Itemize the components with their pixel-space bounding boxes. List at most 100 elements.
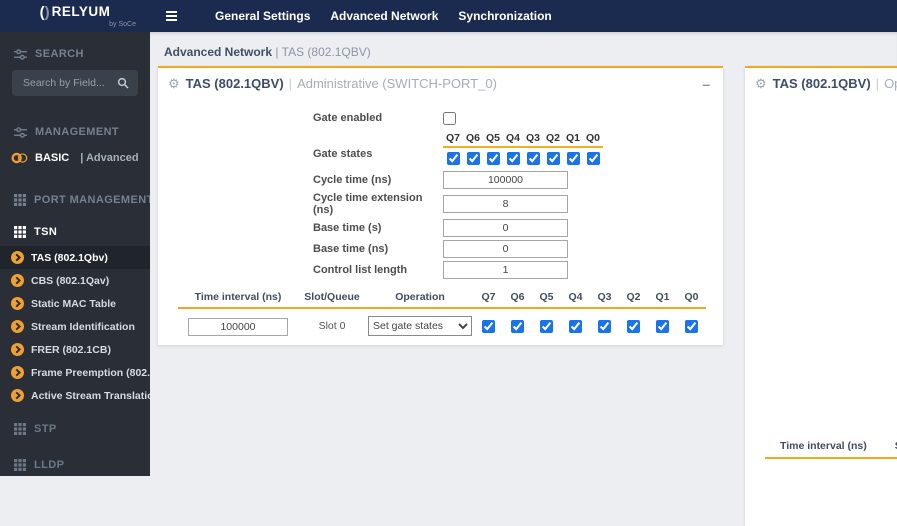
queue-checkbox[interactable] xyxy=(526,152,540,165)
table-row: Slot 0 Set gate states xyxy=(178,316,706,336)
queue-checkbox[interactable] xyxy=(506,152,520,165)
panel-title: TAS (802.1QBV) xyxy=(772,76,871,91)
panel-subtitle: Administrative (SWITCH-PORT_0) xyxy=(297,76,497,91)
sidebar-stp-label: STP xyxy=(34,423,57,435)
gate-enabled-checkbox[interactable] xyxy=(443,111,456,125)
sidebar-item-static-mac-table[interactable]: Static MAC Table xyxy=(0,292,150,315)
cycle-time-extension-label: Cycle time extension (ns) xyxy=(313,192,423,216)
sidebar-item-stp[interactable]: STP xyxy=(0,415,150,443)
chevron-circle-icon xyxy=(11,251,24,264)
gear-icon: ⚙ xyxy=(755,76,767,91)
topnav-advanced-network[interactable]: Advanced Network xyxy=(330,9,438,23)
col-slot-queue: Slot/Queue xyxy=(304,291,360,303)
basic-label: BASIC xyxy=(35,152,70,164)
panel-subtitle: Operative (SWITCH-PORT_0) xyxy=(884,76,897,91)
queue-checkbox[interactable] xyxy=(511,319,524,333)
sidebar-tas-label: TAS (802.1Qbv) xyxy=(31,251,108,264)
gear-icon: ⚙ xyxy=(168,76,180,91)
tas-admin-form: Gate enabled Gate states Q7 Q6 Q5 Q4 Q3 Q2 Q1 Q… xyxy=(158,108,723,279)
topnav-general-settings[interactable]: General Settings xyxy=(215,9,310,23)
gate-states-group: Q7 Q6 Q5 Q4 Q3 Q2 Q1 Q0 xyxy=(443,132,603,165)
control-list-length-input[interactable] xyxy=(443,261,568,279)
base-time-s-input[interactable] xyxy=(443,219,568,237)
queue-checkbox[interactable] xyxy=(566,152,580,165)
queue-label: Q5 xyxy=(485,132,500,144)
chevron-circle-icon xyxy=(11,366,24,379)
chevron-circle-icon xyxy=(11,297,24,310)
breadcrumb: Advanced Network | TAS (802.1QBV) xyxy=(150,32,897,59)
queue-checkbox[interactable] xyxy=(546,152,560,165)
sidebar-item-lldp[interactable]: LLDP xyxy=(0,451,150,479)
slot-value: Slot 0 xyxy=(318,320,346,332)
queue-label: Q0 xyxy=(585,132,600,144)
search-input[interactable] xyxy=(21,76,117,90)
operation-select[interactable]: Set gate states xyxy=(368,316,472,336)
menu-hamburger-icon[interactable] xyxy=(162,7,181,25)
breadcrumb-page: TAS (802.1QBV) xyxy=(281,45,371,59)
cycle-time-input[interactable] xyxy=(443,171,568,189)
queue-checkbox[interactable] xyxy=(486,152,500,165)
chevron-circle-icon xyxy=(11,274,24,287)
sidebar-item-active-stream-translation[interactable]: Active Stream Translation xyxy=(0,384,160,407)
queue-checkbox[interactable] xyxy=(540,319,553,333)
panel-title-separator: | xyxy=(288,76,293,91)
sidebar-section-management: MANAGEMENT xyxy=(0,118,150,146)
brand-subtitle: by SoCe xyxy=(109,20,136,28)
queue-checkbox[interactable] xyxy=(627,319,640,333)
queue-checkbox[interactable] xyxy=(466,152,480,165)
gate-enabled-label: Gate enabled xyxy=(313,112,383,124)
sidebar-item-tas[interactable]: TAS (802.1Qbv) xyxy=(0,246,150,269)
basic-divider: | xyxy=(80,152,84,164)
col-time-interval: Time interval (ns) xyxy=(780,440,867,452)
sliders-icon xyxy=(14,48,27,60)
gate-states-checkboxes xyxy=(443,152,603,165)
queue-checkbox[interactable] xyxy=(586,152,600,165)
sidebar-port-management-label: PORT MANAGEMENT xyxy=(34,194,154,206)
queue-label: Q2 xyxy=(626,291,641,303)
col-time-interval: Time interval (ns) xyxy=(194,291,282,303)
sidebar-item-frame-preemption[interactable]: Frame Preemption (802.1Qbu) xyxy=(0,361,180,384)
grid-icon xyxy=(14,459,26,471)
sidebar-lldp-label: LLDP xyxy=(34,459,65,471)
logo-paren-right: ) xyxy=(44,3,50,21)
queue-label: Q1 xyxy=(565,132,580,144)
sliders-icon xyxy=(14,126,27,138)
breadcrumb-separator: | xyxy=(275,45,279,59)
base-time-ns-label: Base time (ns) xyxy=(313,243,389,255)
queue-checkbox[interactable] xyxy=(598,319,611,333)
sidebar-ast-label: Active Stream Translation xyxy=(31,389,160,402)
queue-label: Q4 xyxy=(568,291,583,303)
panel-header: ⚙ TAS (802.1QBV) | Operative (SWITCH-POR… xyxy=(745,68,897,100)
queue-checkbox[interactable] xyxy=(656,319,669,333)
sidebar-item-stream-identification[interactable]: Stream Identification xyxy=(0,315,150,338)
sidebar-item-basic-advanced[interactable]: BASIC | Advanced xyxy=(0,146,150,170)
queue-label: Q2 xyxy=(545,132,560,144)
relyum-logo: () RELYUM by SoCe xyxy=(0,5,150,28)
queue-checkbox[interactable] xyxy=(446,152,460,165)
queue-checkbox[interactable] xyxy=(482,319,495,333)
queue-checkbox[interactable] xyxy=(685,319,698,333)
sidebar-tsn-label: TSN xyxy=(34,226,58,238)
cycle-time-extension-input[interactable] xyxy=(443,195,568,213)
sidebar-item-cbs[interactable]: CBS (802.1Qav) xyxy=(0,269,150,292)
gate-states-label: Gate states xyxy=(313,148,373,160)
sidebar-section-port-management: PORT MANAGEMENT xyxy=(0,186,153,214)
brand-name: RELYUM xyxy=(51,4,111,20)
time-interval-input[interactable] xyxy=(188,317,288,336)
base-time-ns-input[interactable] xyxy=(443,240,568,258)
sidebar-item-tsn[interactable]: TSN xyxy=(0,218,150,246)
queue-label: Q4 xyxy=(505,132,520,144)
sidebar-static-mac-label: Static MAC Table xyxy=(31,297,116,310)
search-icon[interactable] xyxy=(117,77,129,89)
queue-checkbox[interactable] xyxy=(569,319,582,333)
breadcrumb-section: Advanced Network xyxy=(164,45,273,59)
panel-title: TAS (802.1QBV) xyxy=(185,76,284,91)
queue-label: Q7 xyxy=(445,132,460,144)
main-content: Advanced Network | TAS (802.1QBV) ⚙ TAS … xyxy=(150,32,897,526)
topnav-synchronization[interactable]: Synchronization xyxy=(458,9,551,23)
sidebar-item-frer[interactable]: FRER (802.1CB) xyxy=(0,338,150,361)
tas-administrative-panel: ⚙ TAS (802.1QBV) | Administrative (SWITC… xyxy=(158,66,723,345)
collapse-button[interactable]: – xyxy=(699,77,713,91)
sidebar-search-box[interactable] xyxy=(12,70,138,96)
tas-operative-panel: ⚙ TAS (802.1QBV) | Operative (SWITCH-POR… xyxy=(745,66,897,526)
